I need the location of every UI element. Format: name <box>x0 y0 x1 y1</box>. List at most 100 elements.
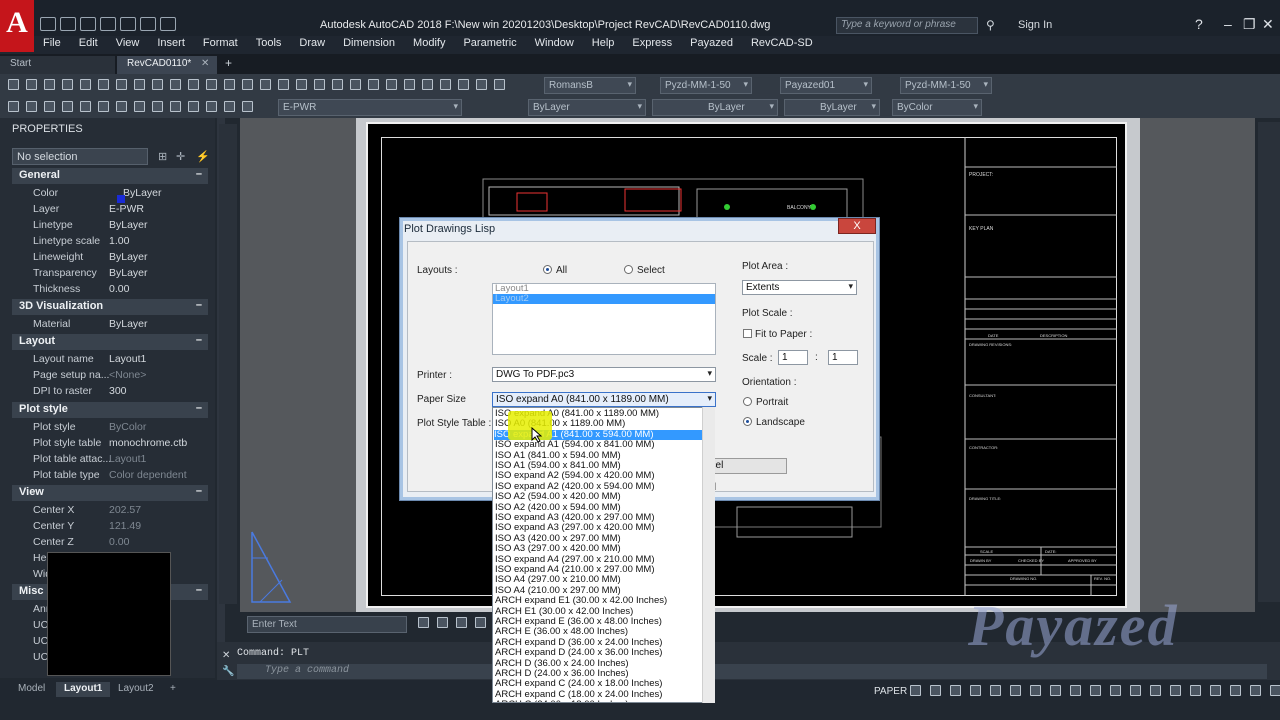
status-tool-icon[interactable] <box>970 685 981 696</box>
standard-tool-icon[interactable] <box>332 79 343 90</box>
status-tool-icon[interactable] <box>1010 685 1021 696</box>
dim-style-dropdown[interactable]: Pyzd-MM-1-50 <box>660 77 752 94</box>
dialog-close-button[interactable]: X <box>838 218 876 234</box>
menu-dimension[interactable]: Dimension <box>334 36 404 54</box>
selection-dropdown[interactable]: No selection <box>12 148 148 165</box>
layer-tool-icon[interactable] <box>224 101 235 112</box>
property-row[interactable]: Lineweight ByLayer <box>12 249 208 265</box>
standard-tool-icon[interactable] <box>278 79 289 90</box>
standard-tool-icon[interactable] <box>206 79 217 90</box>
menu-window[interactable]: Window <box>526 36 583 54</box>
status-tool-icon[interactable] <box>1170 685 1181 696</box>
property-row[interactable]: Plot style ByColor <box>12 419 208 435</box>
tab-layout2[interactable]: Layout2 <box>110 682 162 697</box>
property-row[interactable]: Color ByLayer <box>12 185 208 201</box>
standard-tool-icon[interactable] <box>134 79 145 90</box>
mleader-style-dropdown[interactable]: Pyzd-MM-1-50 <box>900 77 992 94</box>
radio-select[interactable] <box>624 265 633 274</box>
paper-size-dropdown-list[interactable]: ISO expand A0 (841.00 x 1189.00 MM) ISO A… <box>492 407 715 703</box>
autocad-logo-icon[interactable]: A <box>0 0 34 52</box>
menu-help[interactable]: Help <box>583 36 624 54</box>
standard-tool-icon[interactable] <box>440 79 451 90</box>
paper-space-toggle[interactable]: PAPER <box>874 686 907 697</box>
toggle-pickadd-icon[interactable]: ⊞ <box>158 150 167 163</box>
standard-tool-icon[interactable] <box>404 79 415 90</box>
standard-tool-icon[interactable] <box>386 79 397 90</box>
paper-size-combo[interactable]: ISO expand A0 (841.00 x 1189.00 MM) <box>492 392 716 407</box>
fit-to-paper-checkbox[interactable] <box>743 329 752 338</box>
standard-tool-icon[interactable] <box>476 79 487 90</box>
linetype-dropdown[interactable]: ByLayer <box>652 99 778 116</box>
standard-tool-icon[interactable] <box>314 79 325 90</box>
tab-start[interactable]: Start <box>0 56 115 74</box>
property-row[interactable]: Plot style table monochrome.ctb <box>12 435 208 451</box>
status-tool-icon[interactable] <box>1050 685 1061 696</box>
section-general[interactable]: General <box>12 168 208 184</box>
save-as-icon[interactable] <box>100 17 116 31</box>
property-row[interactable]: Center Z 0.00 <box>12 534 208 550</box>
status-tool-icon[interactable] <box>990 685 1001 696</box>
select-objects-icon[interactable]: ✛ <box>176 150 185 163</box>
property-row[interactable]: Linetype ByLayer <box>12 217 208 233</box>
property-row[interactable]: Linetype scale 1.00 <box>12 233 208 249</box>
printer-combo[interactable]: DWG To PDF.pc3 <box>492 367 716 382</box>
standard-tool-icon[interactable] <box>62 79 73 90</box>
standard-tool-icon[interactable] <box>188 79 199 90</box>
undo-icon[interactable] <box>140 17 156 31</box>
layer-tool-icon[interactable] <box>26 101 37 112</box>
property-row[interactable]: Plot table type Color dependent <box>12 467 208 483</box>
status-tool-icon[interactable] <box>1070 685 1081 696</box>
menu-insert[interactable]: Insert <box>148 36 194 54</box>
property-row[interactable]: Page setup na... <None> <box>12 367 208 383</box>
layer-tool-icon[interactable] <box>44 101 55 112</box>
menu-modify[interactable]: Modify <box>404 36 454 54</box>
standard-tool-icon[interactable] <box>242 79 253 90</box>
tab-model[interactable]: Model <box>10 682 53 697</box>
radio-all[interactable] <box>543 265 552 274</box>
layer-tool-icon[interactable] <box>242 101 253 112</box>
status-tool-icon[interactable] <box>1110 685 1121 696</box>
status-tool-icon[interactable] <box>930 685 941 696</box>
standard-tool-icon[interactable] <box>260 79 271 90</box>
plot-area-combo[interactable]: Extents <box>742 280 857 295</box>
command-close-icon[interactable]: ✕ <box>222 650 230 661</box>
layer-dropdown[interactable]: E-PWR <box>278 99 462 116</box>
layer-tool-icon[interactable] <box>170 101 181 112</box>
menu-tools[interactable]: Tools <box>247 36 291 54</box>
property-row[interactable]: Center X 202.57 <box>12 502 208 518</box>
standard-tool-icon[interactable] <box>422 79 433 90</box>
menu-file[interactable]: File <box>34 36 70 54</box>
layer-tool-icon[interactable] <box>116 101 127 112</box>
scale-denominator-input[interactable]: 1 <box>828 350 858 365</box>
paper-size-scrollbar[interactable] <box>702 407 715 703</box>
standard-tool-icon[interactable] <box>494 79 505 90</box>
status-tool-icon[interactable] <box>1270 685 1280 696</box>
layer-tool-icon[interactable] <box>8 101 19 112</box>
status-tool-icon[interactable] <box>1030 685 1041 696</box>
status-tool-icon[interactable] <box>1190 685 1201 696</box>
viewport-tool-icon[interactable] <box>456 617 467 628</box>
standard-tool-icon[interactable] <box>350 79 361 90</box>
menu-format[interactable]: Format <box>194 36 247 54</box>
lineweight-dropdown[interactable]: ByLayer <box>784 99 880 116</box>
color-dropdown[interactable]: ByLayer <box>528 99 646 116</box>
standard-tool-icon[interactable] <box>152 79 163 90</box>
tab-close-icon[interactable]: ✕ <box>201 58 209 69</box>
property-row[interactable]: Center Y 121.49 <box>12 518 208 534</box>
layer-tool-icon[interactable] <box>152 101 163 112</box>
layer-tool-icon[interactable] <box>206 101 217 112</box>
menu-view[interactable]: View <box>107 36 149 54</box>
help-icon[interactable]: ? <box>1195 16 1203 32</box>
property-row[interactable]: Plot table attac... Layout1 <box>12 451 208 467</box>
save-icon[interactable] <box>80 17 96 31</box>
new-tab-icon[interactable]: + <box>225 56 232 70</box>
text-style-dropdown[interactable]: RomansB <box>544 77 636 94</box>
standard-tool-icon[interactable] <box>116 79 127 90</box>
section-plotstyle[interactable]: Plot style <box>12 402 208 418</box>
standard-tool-icon[interactable] <box>458 79 469 90</box>
restore-icon[interactable]: ❐ <box>1243 16 1256 33</box>
close-icon[interactable]: ✕ <box>1262 16 1274 33</box>
section-layout[interactable]: Layout <box>12 334 208 350</box>
status-tool-icon[interactable] <box>1090 685 1101 696</box>
tab-layout1[interactable]: Layout1 <box>56 682 111 697</box>
